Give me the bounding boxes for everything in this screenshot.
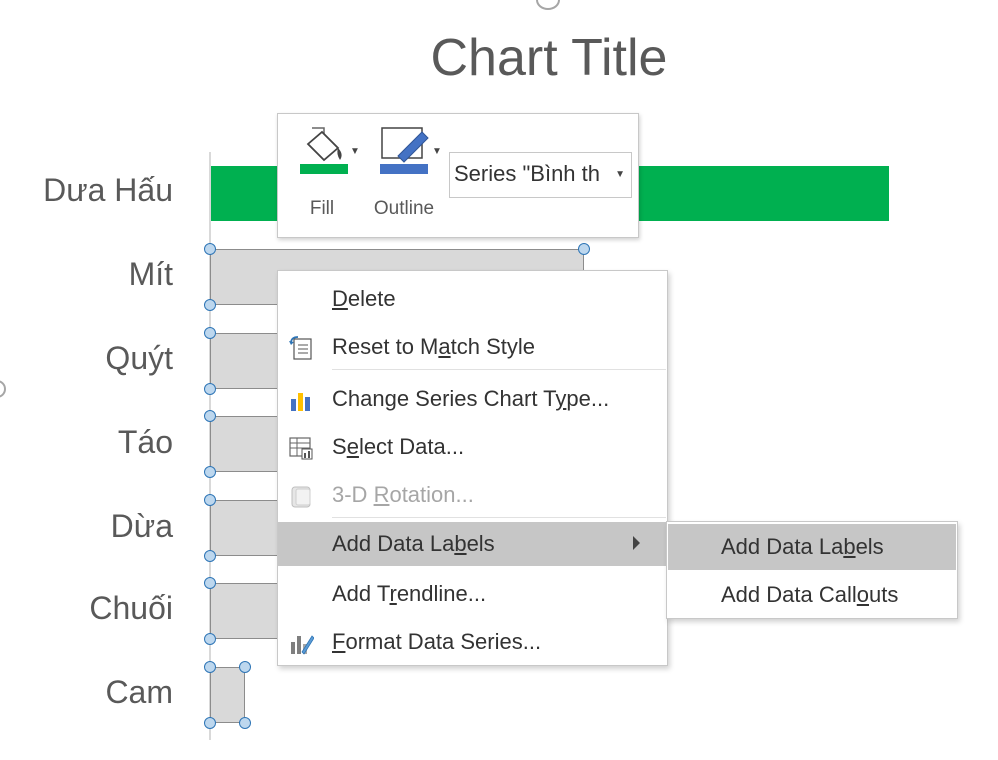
menu-item-trendline-accel: r: [389, 581, 397, 606]
submenu-item-add-data-labels[interactable]: Add Data Labels: [668, 524, 956, 570]
selection-handle[interactable]: [204, 717, 216, 729]
category-label-quyt: Quýt: [105, 340, 173, 376]
bar-cam[interactable]: [210, 667, 245, 723]
series-selector-dropdown[interactable]: Series "Bình th ▼: [449, 152, 632, 198]
series-selector-value: Series "Bình th: [454, 161, 600, 186]
chevron-down-icon[interactable]: ▼: [615, 169, 625, 180]
menu-item-add-data-labels[interactable]: Add Data Labels: [278, 522, 667, 566]
outline-label: Outline: [373, 198, 435, 219]
menu-item-change-type-label-rest: pe...: [566, 386, 610, 411]
context-menu: Delete Reset to Match Style Change Serie…: [277, 270, 668, 666]
submenu-add-callouts-accel: o: [856, 582, 869, 607]
selection-handle[interactable]: [204, 550, 216, 562]
menu-item-reset-label-rest: tch Style: [450, 334, 535, 359]
bar-chart-icon: [291, 393, 310, 411]
outline-color-swatch: [380, 164, 428, 174]
category-label-mit: Mít: [128, 256, 173, 292]
submenu-arrow-icon: [633, 536, 640, 550]
selection-handle[interactable]: [578, 243, 590, 255]
chart-title[interactable]: Chart Title: [0, 28, 998, 88]
menu-item-select-data-label: S: [332, 434, 347, 459]
category-label-cam: Cam: [105, 674, 173, 710]
bar-quyt[interactable]: [210, 333, 280, 389]
fill-dropdown-icon[interactable]: ▼: [350, 146, 360, 157]
menu-item-add-labels-label: Add Data La: [332, 531, 455, 556]
selection-handle[interactable]: [239, 717, 251, 729]
category-label-dua-hau: Dưa Hấu: [43, 172, 173, 208]
bar-tao[interactable]: [210, 416, 280, 472]
category-label-dua: Dừa: [110, 508, 173, 544]
menu-item-select-data[interactable]: Select Data...: [278, 425, 667, 469]
menu-item-reset-accel: a: [438, 334, 451, 359]
chart-left-resize-handle[interactable]: [0, 380, 6, 398]
category-label-chuoi: Chuối: [89, 590, 173, 626]
selection-handle[interactable]: [204, 327, 216, 339]
menu-item-delete[interactable]: Delete: [278, 277, 667, 321]
menu-item-select-data-accel: e: [346, 434, 359, 459]
menu-item-add-trendline[interactable]: Add Trendline...: [278, 572, 667, 616]
selection-handle[interactable]: [204, 633, 216, 645]
menu-item-rotation-label-rest: otation...: [389, 482, 474, 507]
selection-handle[interactable]: [204, 299, 216, 311]
submenu-add-callouts-label-rest: uts: [869, 582, 899, 607]
menu-item-rotation-label: 3-D: [332, 482, 374, 507]
submenu-item-add-data-callouts[interactable]: Add Data Callouts: [668, 572, 956, 618]
menu-item-reset-label: Reset to M: [332, 334, 439, 359]
menu-item-add-labels-accel: b: [454, 531, 467, 556]
menu-separator: [332, 517, 666, 518]
selection-handle[interactable]: [204, 661, 216, 673]
chart-top-resize-handle[interactable]: [536, 0, 560, 10]
fill-label: Fill: [309, 198, 335, 219]
selection-handle[interactable]: [239, 661, 251, 673]
selection-handle[interactable]: [204, 410, 216, 422]
paint-bucket-icon: [300, 127, 348, 174]
bar-dua[interactable]: [210, 500, 280, 556]
submenu-add-labels-label: Add Data La: [721, 534, 844, 559]
bar-chuoi[interactable]: [210, 583, 280, 639]
menu-separator: [332, 369, 666, 370]
menu-item-change-chart-type[interactable]: Change Series Chart Type...: [278, 377, 667, 421]
menu-item-3d-rotation: 3-D Rotation...: [278, 473, 667, 517]
format-series-icon: [291, 635, 314, 655]
mini-toolbar: ▼ Fill ▼ Outline Series "Bình th ▼: [277, 113, 639, 238]
selection-handle[interactable]: [204, 383, 216, 395]
menu-item-format-data-series[interactable]: Format Data Series...: [278, 620, 667, 664]
outline-dropdown-icon[interactable]: ▼: [432, 146, 442, 157]
fill-button[interactable]: ▼ Fill: [286, 122, 360, 222]
category-label-tao: Táo: [117, 424, 173, 460]
menu-item-select-data-label-rest: lect Data...: [358, 434, 465, 459]
selection-handle[interactable]: [204, 243, 216, 255]
menu-item-reset-style[interactable]: Reset to Match Style: [278, 325, 667, 369]
menu-item-add-labels-label-rest: els: [466, 531, 495, 556]
reset-style-icon: [289, 336, 312, 360]
menu-item-trendline-label: Add T: [332, 581, 390, 606]
data-labels-submenu: Add Data Labels Add Data Callouts: [666, 521, 958, 619]
menu-item-delete-accel: D: [332, 286, 348, 311]
selection-handle[interactable]: [204, 466, 216, 478]
fill-color-swatch: [300, 164, 348, 174]
selection-handle[interactable]: [204, 577, 216, 589]
menu-item-format-accel: F: [332, 629, 346, 654]
cube-icon: [291, 486, 311, 508]
menu-item-trendline-label-rest: endline...: [396, 581, 487, 606]
menu-item-rotation-accel: R: [373, 482, 390, 507]
selection-handle[interactable]: [204, 494, 216, 506]
outline-button[interactable]: ▼ Outline: [368, 122, 442, 222]
submenu-add-labels-label-rest: els: [855, 534, 884, 559]
menu-item-change-type-accel: y: [555, 386, 567, 411]
menu-item-format-label-rest: ormat Data Series...: [345, 629, 542, 654]
submenu-add-callouts-label: Add Data Call: [721, 582, 857, 607]
menu-item-delete-label-rest: elete: [347, 286, 396, 311]
submenu-add-labels-accel: b: [843, 534, 856, 559]
select-data-icon: [289, 437, 313, 460]
menu-item-change-type-label: Change Series Chart T: [332, 386, 556, 411]
pen-outline-icon: [380, 127, 429, 174]
